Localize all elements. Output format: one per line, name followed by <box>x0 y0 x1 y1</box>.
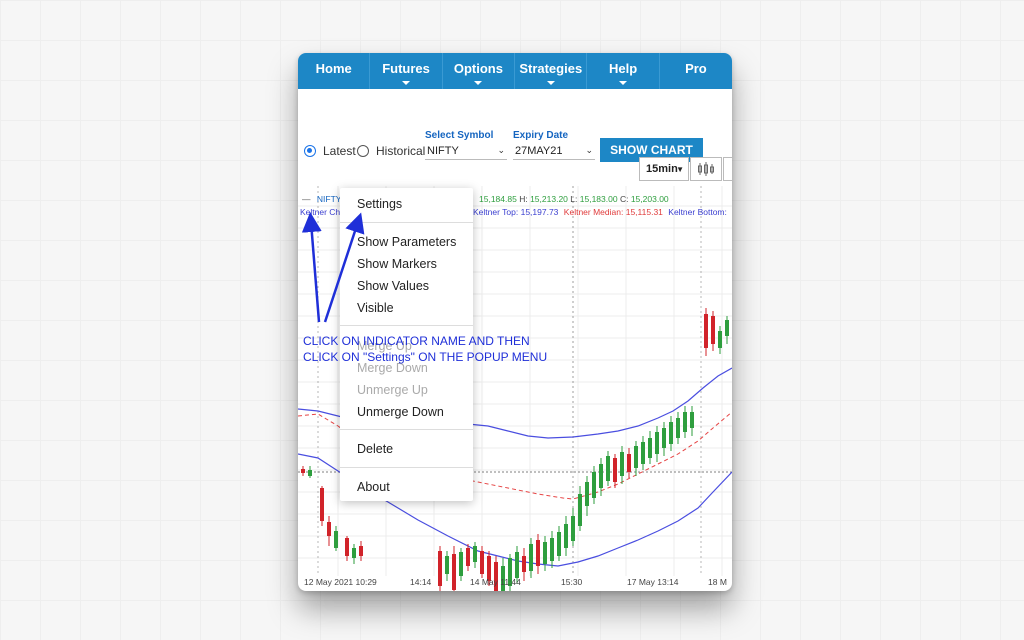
arrow-to-settings-icon <box>323 212 365 323</box>
annotation-arrows <box>301 212 365 323</box>
annotation-line-2: CLICK ON "Settings" ON THE POPUP MENU <box>303 350 548 364</box>
annotation-line-1: CLICK ON INDICATOR NAME AND THEN <box>303 334 530 348</box>
arrow-to-indicator-icon <box>301 212 322 323</box>
